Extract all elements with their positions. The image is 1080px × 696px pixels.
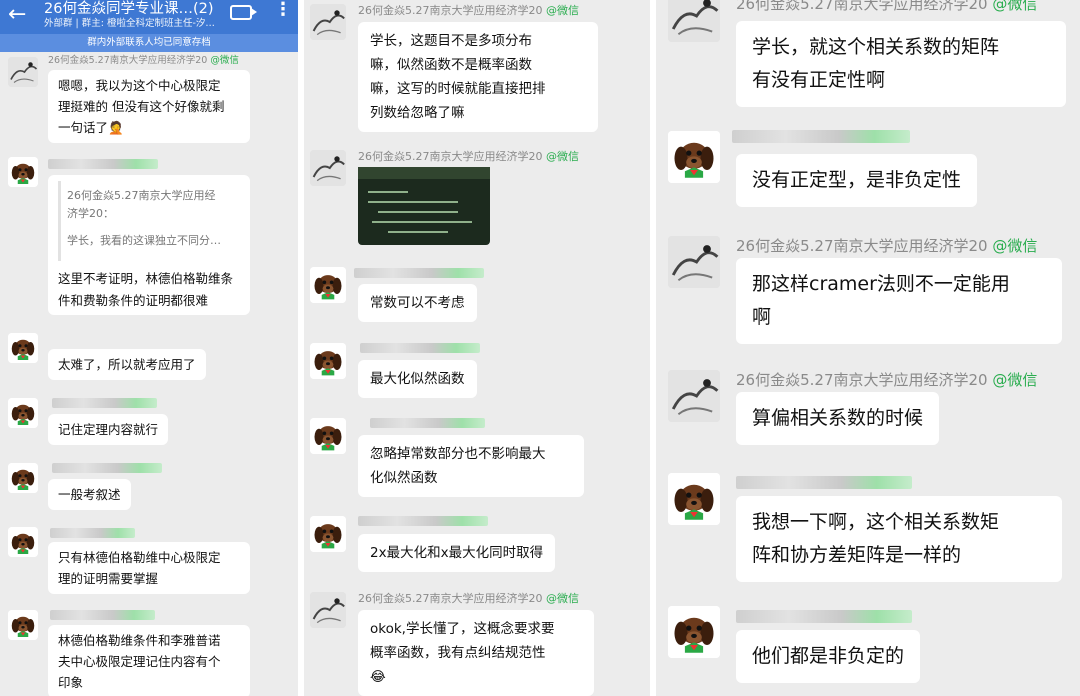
avatar[interactable] [668,370,720,422]
message-bubble[interactable]: 一般考叙述 [48,479,131,510]
message-bubble[interactable]: 忽略掉常数部分也不影响最大 化似然函数 [358,435,584,497]
video-call-icon[interactable] [230,5,257,20]
avatar[interactable] [668,0,720,42]
message-bubble[interactable]: 那这样cramer法则不一定能用啊 [736,258,1062,344]
blurred-sender-name [736,476,912,489]
message-bubble[interactable]: 最大化似然函数 [358,360,477,398]
message-bubble[interactable]: 没有正定型，是非负定性 [736,154,978,207]
chat-header: ← 26何金焱同学专业课…(2) 外部群 | 群主: 橙啦全科定制班主任-汐… … [0,0,298,52]
avatar[interactable] [8,463,38,493]
chat-panel-2[interactable]: 26何金焱5.27南京大学应用经济学20 @微信 学长，这题目不是多项分布 嘛，似… [304,0,650,696]
quoted-message[interactable]: 26何金焱5.27南京大学应用经 济学20： 学长，我看的这课独立不同分… [58,181,243,261]
avatar[interactable] [8,57,38,87]
message-bubble[interactable]: 学长，就这个相关系数的矩阵 有没有正定性啊 [736,21,1066,107]
chat-subtitle: 外部群 | 群主: 橙啦全科定制班主任-汐… [44,18,215,29]
avatar[interactable] [8,157,38,187]
avatar[interactable] [310,4,346,40]
avatar[interactable] [8,333,38,363]
avatar[interactable] [310,592,346,628]
avatar[interactable] [310,418,346,454]
blurred-sender-name [52,463,162,473]
sender-name: 26何金焱5.27南京大学应用经济学20 @微信 [358,150,579,163]
screenshot: 橙啦全科定制班主任-汐月老师1#1 橙啦全科定制班主任-汐月老师1#1 橙啦全科… [0,0,1080,696]
image-message[interactable] [358,167,490,245]
avatar[interactable] [8,398,38,428]
message-bubble[interactable]: okok,学长懂了，这概念要求要 概率函数，我有点纠结规范性 😂 [358,610,594,696]
message-bubble[interactable]: 林德伯格勒维条件和李雅普诺 夫中心极限定理记住内容有个 印象 [48,625,250,696]
message-bubble[interactable]: 太难了，所以就考应用了 [48,349,206,380]
chat-panel-1[interactable]: ← 26何金焱同学专业课…(2) 外部群 | 群主: 橙啦全科定制班主任-汐… … [0,0,298,696]
message-bubble[interactable]: 记住定理内容就行 [48,414,169,445]
message-bubble[interactable]: 只有林德伯格勒维中心极限定 理的证明需要掌握 [48,542,250,594]
message-bubble[interactable]: 2x最大化和x最大化同时取得 [358,534,556,572]
avatar[interactable] [310,267,346,303]
avatar[interactable] [8,610,38,640]
blurred-sender-name [736,610,912,623]
blurred-sender-name [50,610,155,620]
avatar[interactable] [668,236,720,288]
archive-notice: 群内外部联系人均已同意存档 [0,34,298,52]
blurred-sender-name [354,268,484,278]
message-bubble[interactable]: 算偏相关系数的时候 [736,392,940,445]
avatar[interactable] [310,516,346,552]
chat-panel-3[interactable]: 26何金焱5.27南京大学应用经济学20 @微信 学长，就这个相关系数的矩阵 有没… [656,0,1080,696]
avatar[interactable] [8,527,38,557]
avatar[interactable] [668,606,720,658]
message-bubble[interactable]: 我想一下啊，这个相关系数矩 阵和协方差矩阵是一样的 [736,496,1062,582]
sender-name: 26何金焱5.27南京大学应用经济学20 @微信 [358,592,579,605]
avatar[interactable] [310,150,346,186]
back-arrow-icon[interactable]: ← [8,2,26,27]
message-bubble[interactable]: 他们都是非负定的 [736,630,921,683]
message-text: 这里不考证明，林德伯格勒维条 件和费勒条件的证明都很难 [58,271,234,308]
sender-name: 26何金焱5.27南京大学应用经济学20 @微信 [736,237,1038,255]
avatar[interactable] [310,343,346,379]
message-bubble[interactable]: 学长，这题目不是多项分布 嘛，似然函数不是概率函数 嘛，这写的时候就能直接把排 列数给… [358,22,598,132]
more-vertical-icon[interactable]: ⋮ [274,0,292,20]
sender-name: 26何金焱5.27南京大学应用经济学20 @微信 [736,0,1038,13]
blurred-sender-name [370,418,485,428]
message-bubble[interactable]: 常数可以不考虑 [358,284,477,322]
blurred-sender-name [358,516,488,526]
avatar[interactable] [668,131,720,183]
blurred-sender-name [360,343,480,353]
blurred-sender-name [52,398,157,408]
blurred-sender-name [50,528,135,538]
message-bubble[interactable]: 嗯嗯，我以为这个中心极限定 理挺难的 但没有这个好像就剩 一句话了🤦 [48,70,250,143]
sender-name: 26何金焱5.27南京大学应用经济学20 @微信 [736,371,1038,389]
sender-name: 26何金焱5.27南京大学应用经济学20 @微信 [48,55,239,66]
sender-name: 26何金焱5.27南京大学应用经济学20 @微信 [358,4,579,17]
avatar[interactable] [668,473,720,525]
blurred-sender-name [48,159,158,169]
blurred-sender-name [732,130,910,143]
